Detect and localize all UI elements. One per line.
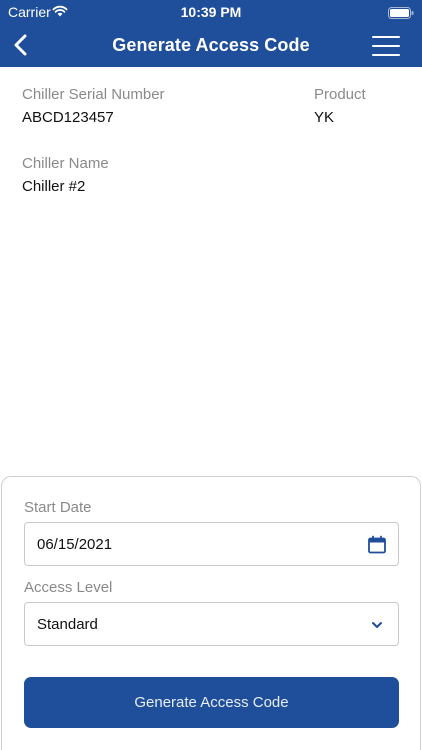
chiller-name-field: Chiller Name Chiller #2 xyxy=(22,155,109,195)
product-label: Product xyxy=(314,86,366,103)
app-header: Carrier 10:39 PM Generate Access Code xyxy=(0,0,422,67)
access-code-form: Start Date 06/15/2021 Access Level Stand… xyxy=(1,476,421,750)
page-title: Generate Access Code xyxy=(112,35,310,55)
start-date-input[interactable]: 06/15/2021 xyxy=(24,522,399,566)
navigation-bar: Generate Access Code xyxy=(0,24,422,67)
chevron-down-icon xyxy=(367,615,387,635)
product-value: YK xyxy=(314,109,335,126)
serial-number-field: Chiller Serial Number ABCD123457 xyxy=(22,86,165,126)
status-time: 10:39 PM xyxy=(180,4,242,20)
status-bar: Carrier 10:39 PM xyxy=(0,0,422,24)
battery-icon xyxy=(388,6,414,22)
start-date-label: Start Date xyxy=(24,499,92,516)
serial-number-label: Chiller Serial Number xyxy=(22,86,165,103)
access-level-value: Standard xyxy=(37,616,98,633)
chiller-name-label: Chiller Name xyxy=(22,155,109,172)
start-date-value: 06/15/2021 xyxy=(37,536,113,553)
serial-number-value: ABCD123457 xyxy=(22,109,114,126)
calendar-icon[interactable] xyxy=(367,535,387,555)
hamburger-menu-icon xyxy=(372,36,400,38)
product-field: Product YK xyxy=(314,86,366,126)
access-level-label: Access Level xyxy=(24,579,113,596)
access-level-select[interactable]: Standard xyxy=(24,602,399,646)
generate-access-code-button[interactable]: Generate Access Code xyxy=(24,677,399,728)
menu-button[interactable] xyxy=(372,36,400,58)
chiller-name-value: Chiller #2 xyxy=(22,178,86,195)
